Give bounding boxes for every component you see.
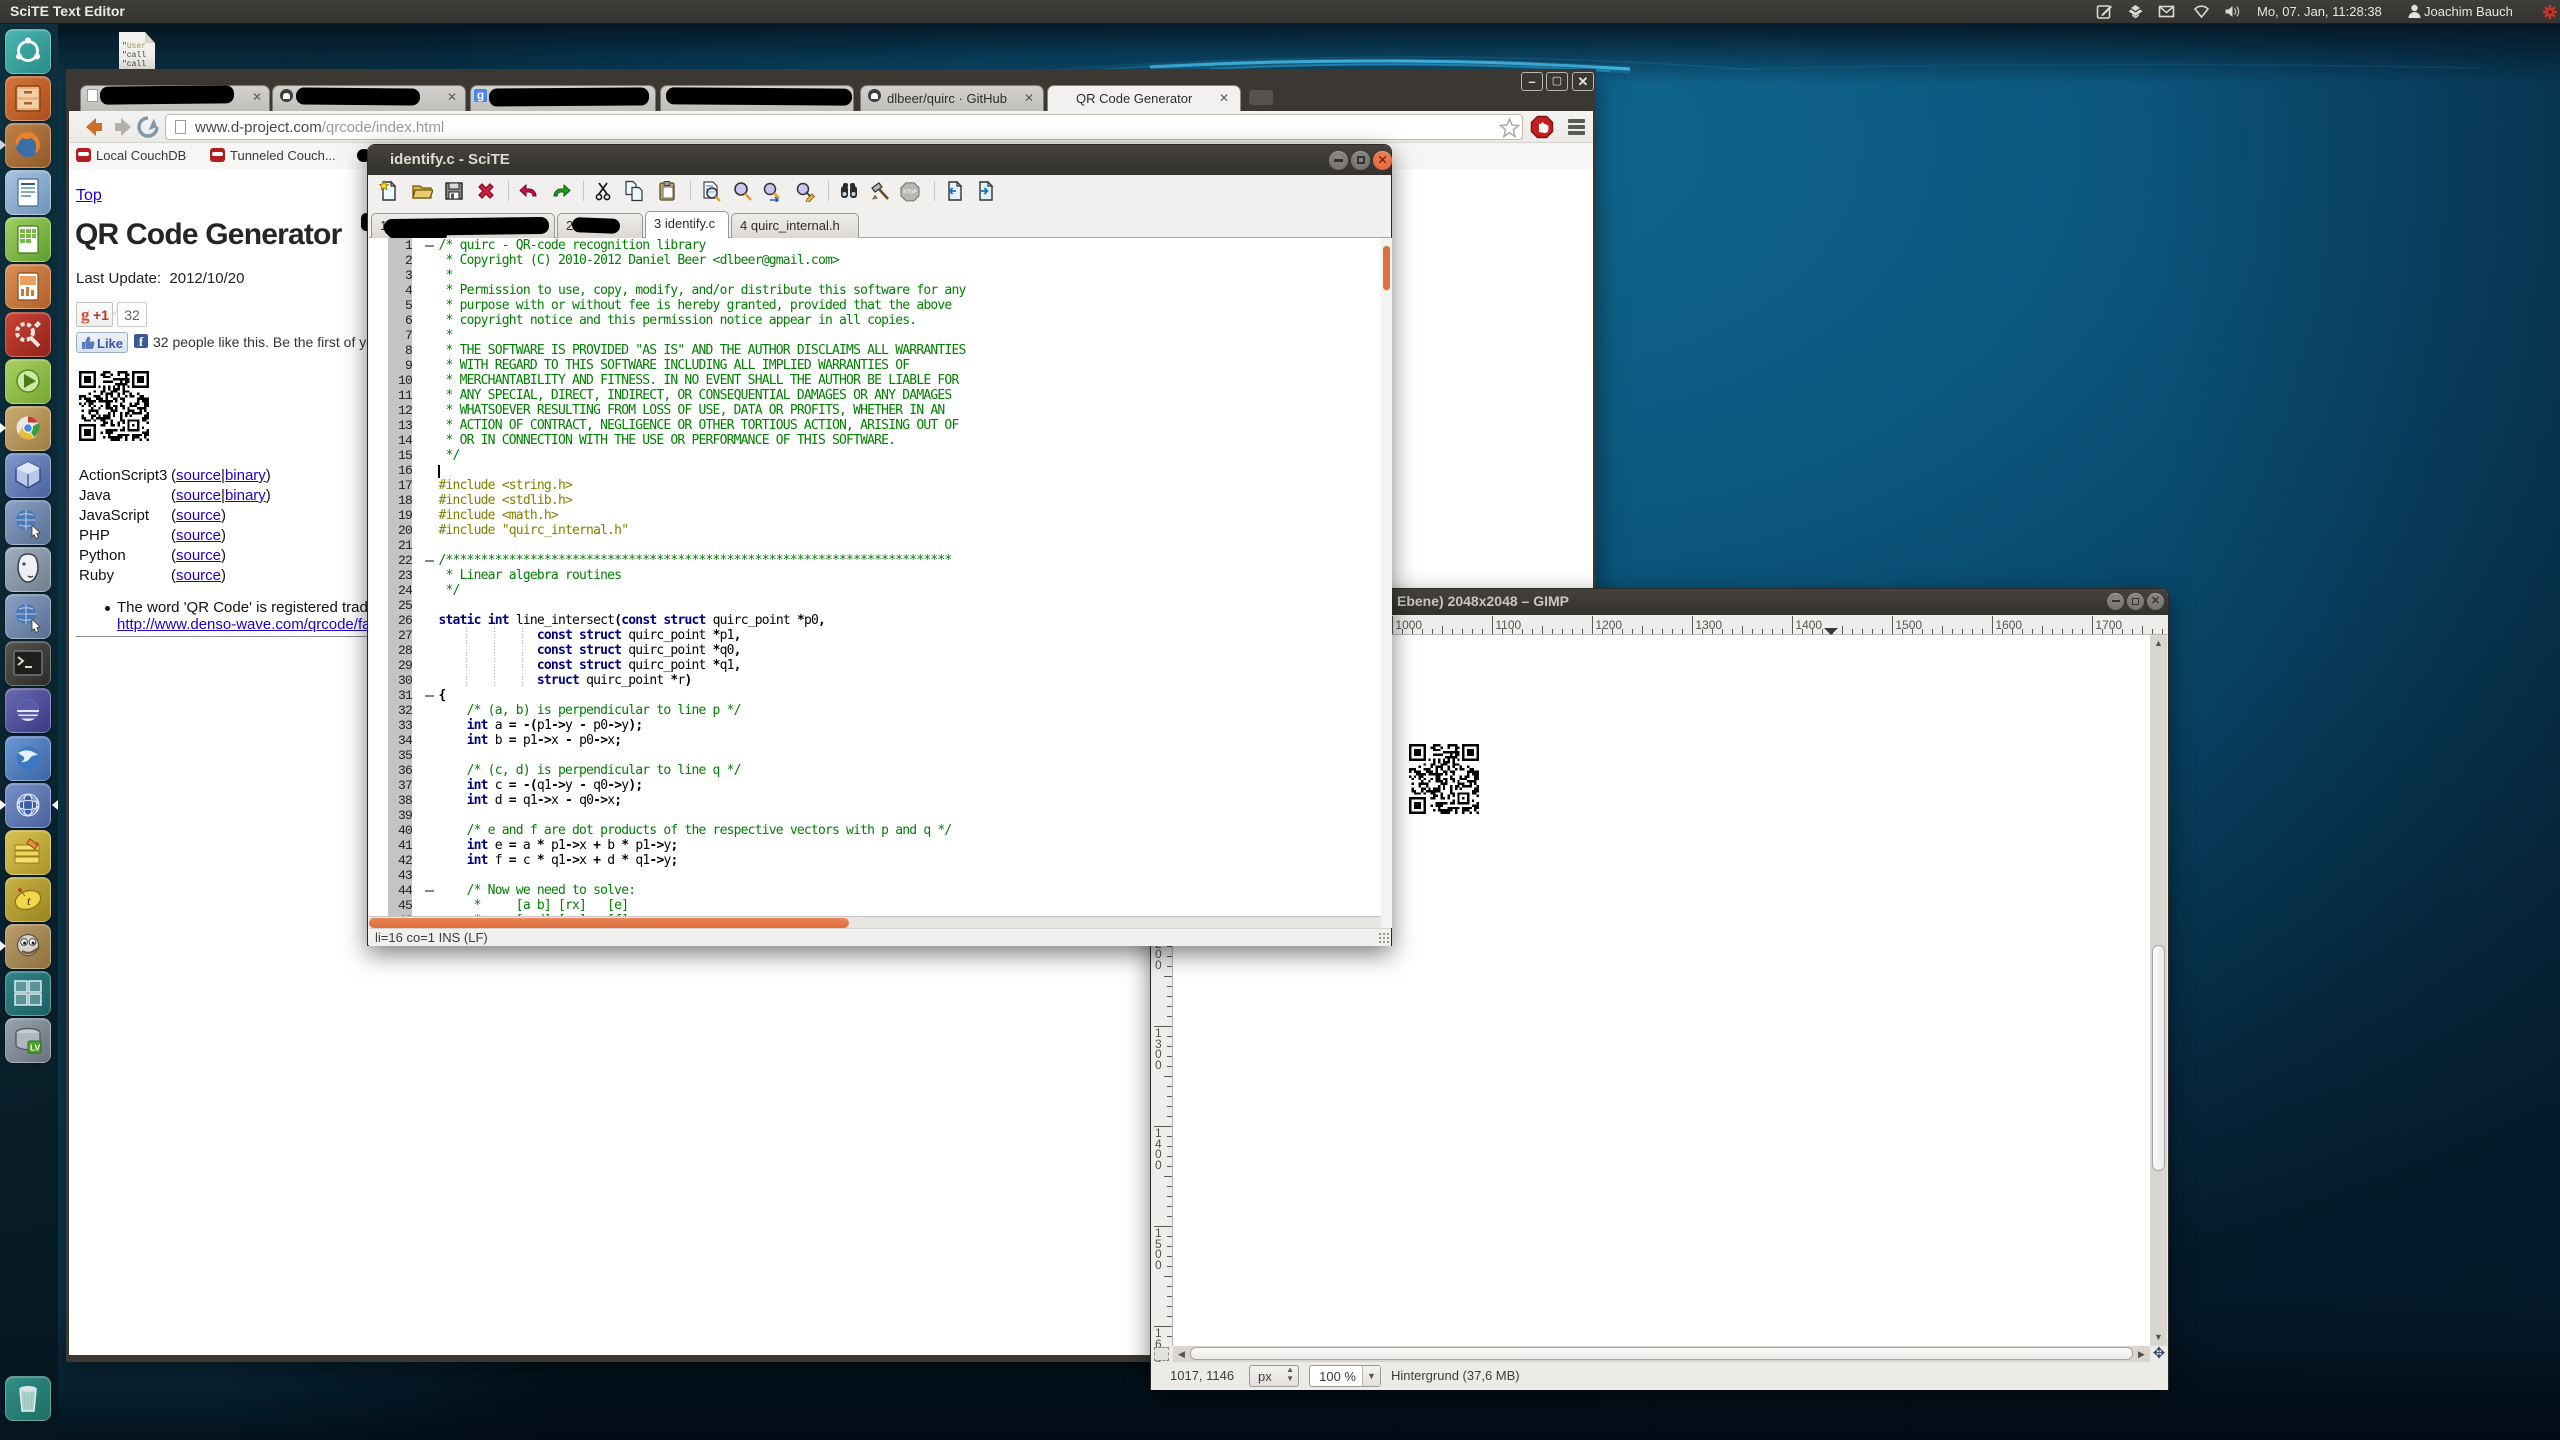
svg-text:t: t <box>27 893 31 908</box>
svg-text:LV: LV <box>30 1043 41 1053</box>
svg-text:STOP: STOP <box>903 190 918 196</box>
